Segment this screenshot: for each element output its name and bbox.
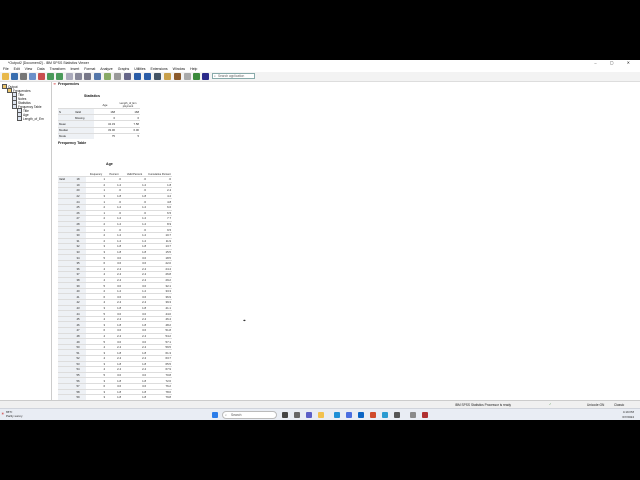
weather-icon: ☀: [1, 411, 5, 416]
print-icon[interactable]: [20, 73, 27, 80]
spss-status-icon: ✓: [549, 402, 552, 406]
weight-cases-icon[interactable]: [134, 73, 141, 80]
spss-taskbar-icon[interactable]: [422, 412, 428, 418]
mouse-cursor: ⌖: [243, 318, 246, 324]
menu-window[interactable]: Window: [173, 67, 185, 71]
statistics-table[interactable]: Age Length_of_Em ployment N Valid 168 168 Mi…: [58, 102, 140, 139]
goto-case-icon[interactable]: [75, 73, 82, 80]
search-application-input[interactable]: ⌕ Search application: [212, 73, 255, 79]
age-frequency-table[interactable]: Frequency Percent Valid Percent Cumulative …: [58, 168, 172, 408]
processor-status: IBM SPSS Statistics Processor is ready: [455, 403, 511, 407]
designate-window-icon[interactable]: [184, 73, 191, 80]
split-file-icon[interactable]: [124, 73, 131, 80]
find-icon[interactable]: [94, 73, 101, 80]
table-cell: [74, 132, 94, 139]
insert-output-icon[interactable]: [154, 73, 161, 80]
goto-data-icon[interactable]: [66, 73, 73, 80]
photos-icon[interactable]: [382, 412, 388, 418]
file-explorer-icon[interactable]: [318, 412, 324, 418]
syntax-icon[interactable]: [202, 73, 209, 80]
undo-icon[interactable]: [47, 73, 54, 80]
taskbar-search-box[interactable]: ⌕ Search: [222, 411, 277, 419]
system-clock[interactable]: 4:19 PM 6/7/2024: [622, 410, 634, 419]
menu-file[interactable]: File: [3, 67, 9, 71]
toolbar: [0, 72, 640, 82]
value-labels-icon[interactable]: [114, 73, 121, 80]
outline-item-label: Length_of_Em: [23, 116, 44, 121]
recall-dialog-icon[interactable]: [38, 73, 45, 80]
chart-icon[interactable]: [104, 73, 111, 80]
table-cell: 75: [94, 132, 116, 139]
spss-viewer-window: *Output2 [Document2] - IBM SPSS Statisti…: [0, 60, 640, 420]
widgets-icon[interactable]: [294, 412, 300, 418]
settings-gear-icon[interactable]: [410, 412, 416, 418]
taskbar-search-placeholder: Search: [231, 413, 242, 417]
menu-graphs[interactable]: Graphs: [118, 67, 129, 71]
run-icon[interactable]: [193, 73, 200, 80]
export-icon[interactable]: [29, 73, 36, 80]
task-view-icon[interactable]: [282, 412, 288, 418]
table-row: Mode 75 5: [58, 132, 140, 139]
table-cell: Mode: [58, 132, 74, 139]
windows-taskbar: ☀ 65°F Partly sunny ⌕ Search 4:19 PM 6/7…: [0, 408, 640, 420]
window-controls[interactable]: – ▢ ✕: [594, 60, 636, 65]
weather-desc: Partly sunny: [6, 414, 23, 418]
calculator-icon[interactable]: [394, 412, 400, 418]
menu-transform[interactable]: Transform: [50, 67, 66, 71]
menu-extensions[interactable]: Extensions: [151, 67, 168, 71]
frequencies-arrow-icon: ➜: [53, 82, 57, 86]
column-header: Frequency: [89, 173, 103, 176]
frequencies-title[interactable]: Frequencies: [58, 82, 79, 86]
windows-start-icon[interactable]: [212, 412, 218, 418]
variables-icon[interactable]: [84, 73, 91, 80]
menu-view[interactable]: View: [25, 67, 33, 71]
mode-status: Classic: [614, 403, 625, 407]
menu-format[interactable]: Format: [84, 67, 95, 71]
menu-utilities[interactable]: Utilities: [134, 67, 145, 71]
edge-browser-icon[interactable]: [334, 412, 340, 418]
statistics-title: Statistics: [84, 94, 100, 98]
teams-icon[interactable]: [306, 412, 312, 418]
column-header: Cumulative Percent: [148, 173, 171, 176]
unicode-status: Unicode:ON: [587, 403, 605, 407]
select-cases-icon[interactable]: [144, 73, 151, 80]
weather-widget[interactable]: 65°F Partly sunny: [6, 410, 23, 418]
mail-icon[interactable]: [358, 412, 364, 418]
search-placeholder: Search application: [218, 74, 245, 78]
clock-date: 6/7/2024: [622, 414, 634, 419]
save-icon[interactable]: [11, 73, 18, 80]
store-icon[interactable]: [346, 412, 352, 418]
taskbar-search-icon: ⌕: [225, 413, 227, 417]
menu-help[interactable]: Help: [190, 67, 197, 71]
search-icon: ⌕: [214, 74, 216, 78]
menu-analyze[interactable]: Analyze: [100, 67, 112, 71]
redo-icon[interactable]: [56, 73, 63, 80]
age-table-title: Age: [106, 162, 113, 166]
insert-text-icon[interactable]: [164, 73, 171, 80]
menu-data[interactable]: Data: [37, 67, 44, 71]
outline-pane: Output Frequencies Title Notes Statistics Fre…: [0, 82, 52, 408]
window-title: *Output2 [Document2] - IBM SPSS Statisti…: [8, 61, 89, 65]
show-all-icon[interactable]: [174, 73, 181, 80]
office-icon[interactable]: [370, 412, 376, 418]
table-cell: 5: [116, 132, 140, 139]
column-header: Percent: [109, 173, 119, 176]
menu-insert[interactable]: Insert: [70, 67, 79, 71]
output-item-icon: [17, 116, 22, 121]
column-header: Valid Percent: [126, 173, 143, 176]
open-icon[interactable]: [2, 73, 9, 80]
outline-item[interactable]: Length_of_Em: [17, 116, 44, 121]
menu-edit[interactable]: Edit: [14, 67, 20, 71]
frequency-table-title: Frequency Table: [58, 141, 87, 145]
output-content-pane: ➜ Frequencies Statistics Age Length_of_E…: [52, 82, 640, 408]
clock-time: 4:19 PM: [622, 410, 634, 414]
